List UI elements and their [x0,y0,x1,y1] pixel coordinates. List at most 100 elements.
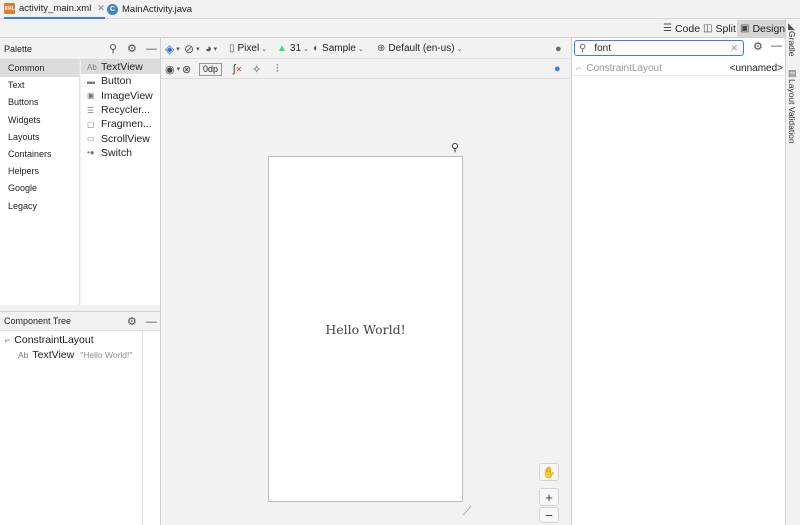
code-view-label: Code [674,22,701,35]
night-mode-icon[interactable]: ◕ ▾ [205,38,217,59]
fragment-icon: ▢ [87,119,95,129]
device-preview[interactable]: Hello World! [268,156,463,502]
component-tree: ⌐ ConstraintLayout Ab TextView "Hello Wo… [0,331,160,525]
component-tree-header: Component Tree ⚙ — [0,311,160,331]
palette-item-recyclerview[interactable]: ☰ Recycler... [81,103,160,117]
minus-icon: − [545,507,553,523]
clear-icon[interactable]: ✕ [730,43,738,54]
split-view-button[interactable]: ◫ Split [700,20,739,37]
attribute-layout-label: ConstraintLayout [586,62,662,74]
theme-label: Sample [322,43,356,54]
palette-items: Ab TextView ▬ Button ▣ ImageView ☰ Recyc… [81,60,160,305]
gear-icon[interactable]: ⚙ [753,40,763,53]
attributes-search-value: font [594,42,612,54]
palette-category-containers[interactable]: Containers [0,146,79,163]
plus-icon: + [545,489,553,505]
palette-category-legacy[interactable]: Legacy [0,198,79,215]
theme-icon: ◐ [313,43,320,54]
tab-main-activity[interactable]: C MainActivity.java [107,0,192,19]
palette-category-text[interactable]: Text [0,77,79,94]
search-icon[interactable]: ⚲ [109,38,117,60]
palette-item-label: Button [101,75,132,88]
code-view-button[interactable]: ☰ Code [660,20,703,37]
clear-constraints-icon[interactable]: ʃ ✕ [233,59,242,79]
close-icon[interactable]: ✕ [97,3,105,14]
image-icon: ▣ [87,91,95,101]
autoconnect-icon[interactable]: ⊗ [182,59,191,79]
phone-icon: ▯ [229,43,235,54]
scrollview-icon: ▭ [87,134,95,144]
editor-tab-bar: XML activity_main.xml ✕ C MainActivity.j… [0,0,800,19]
minimize-icon[interactable]: — [146,38,157,60]
attribute-row-layout[interactable]: ⌐ ConstraintLayout <unnamed> [572,61,785,76]
layers-icon[interactable]: ◈ ▾ [165,38,180,59]
guidelines-icon[interactable]: ⫶ [276,59,279,79]
locale-select[interactable]: ⊕ Default (en-us) ⌄ [377,38,462,59]
hand-icon: ✋ [542,466,556,479]
zoom-out-button[interactable]: − [539,507,559,523]
eye-icon[interactable]: ◉ ▾ [165,59,180,79]
resize-handle-icon[interactable]: ⟋ [463,504,471,519]
magic-wand-icon[interactable]: ✧ [252,59,261,79]
default-margin-select[interactable]: 0dp [199,59,223,79]
component-tree-title: Component Tree [4,316,72,326]
design-view-button[interactable]: ▣ Design [737,20,789,37]
orientation-icon[interactable]: ⊘ ▾ [184,38,200,59]
pan-hand-button[interactable]: ✋ [539,463,559,481]
validation-icon: ▤ [788,68,797,78]
device-select[interactable]: ▯ Pixel ⌄ [229,38,267,59]
design-toolbar: ◈ ▾ ⊘ ▾ ◕ ▾ ▯ Pixel ⌄ ▲ 31 ⌄ ◐ Sample ⌄ ⊕ Defa… [161,38,570,59]
palette-item-button[interactable]: ▬ Button [81,74,160,88]
hello-world-textview[interactable]: Hello World! [269,322,462,337]
help-icon[interactable]: ● [554,59,561,79]
attributes-panel: ⚲ font ✕ ⚙ — ⌐ ConstraintLayout <unnamed… [571,38,785,525]
xml-file-icon: XML [4,3,15,14]
palette-item-label: Recycler... [101,104,151,117]
attributes-search[interactable]: ⚲ font ✕ [574,40,744,56]
minimize-icon[interactable]: — [146,312,157,332]
palette-category-layouts[interactable]: Layouts [0,129,79,146]
tree-node-text-value: "Hello World!" [80,349,133,360]
palette-item-textview[interactable]: Ab TextView [81,60,160,75]
layout-validation-tool-button[interactable]: Layout Validation [787,79,797,144]
java-class-icon: C [107,4,118,15]
locale-label: Default (en-us) [388,43,455,54]
palette-item-imageview[interactable]: ▣ ImageView [81,89,160,103]
button-icon: ▬ [87,76,95,86]
warning-icon[interactable]: ● [555,38,562,59]
gradle-tool-button[interactable]: Gradle [787,31,797,57]
palette-category-widgets[interactable]: Widgets [0,112,79,129]
design-toolbar-secondary: ◉ ▾ ⊗ 0dp ʃ ✕ ✧ ⫶ ● [161,59,570,79]
palette-category-google[interactable]: Google [0,180,79,197]
palette-category-common[interactable]: Common [0,60,79,78]
search-icon: ⚲ [579,42,587,54]
zoom-in-button[interactable]: + [539,488,559,506]
tab-activity-main[interactable]: XML activity_main.xml ✕ [4,0,105,19]
minimize-icon[interactable]: — [771,40,782,52]
palette-item-switch[interactable]: •● Switch [81,146,160,160]
view-mode-bar: ☰ Code ◫ Split ▣ Design [0,19,789,38]
tree-node-constraintlayout[interactable]: ⌐ ConstraintLayout [0,332,160,347]
api-level-select[interactable]: ▲ 31 ⌄ [277,38,309,59]
palette-item-label: Fragmen... [101,118,152,131]
pin-icon[interactable]: ⚲ [451,141,459,154]
palette-categories: Common Text Buttons Widgets Layouts Cont… [0,60,80,305]
palette-item-label: ImageView [101,89,153,102]
margin-value: 0dp [199,62,223,76]
globe-icon: ⊕ [377,43,386,54]
tree-node-textview[interactable]: Ab TextView "Hello World!" [0,347,160,362]
gear-icon[interactable]: ⚙ [127,38,137,60]
palette-item-label: Switch [101,146,132,159]
code-lines-icon: ☰ [663,23,672,34]
palette-item-scrollview[interactable]: ▭ ScrollView [81,131,160,145]
constraint-layout-icon: ⌐ [576,63,582,73]
palette-title: Palette [4,43,33,54]
gear-icon[interactable]: ⚙ [127,312,137,332]
palette-category-buttons[interactable]: Buttons [0,94,79,111]
split-view-label: Split [715,22,736,35]
switch-icon: •● [87,148,95,158]
tree-node-label: ConstraintLayout [14,333,94,346]
palette-category-helpers[interactable]: Helpers [0,163,79,180]
palette-item-fragment[interactable]: ▢ Fragmen... [81,117,160,131]
theme-select[interactable]: ◐ Sample ⌄ [313,38,364,59]
